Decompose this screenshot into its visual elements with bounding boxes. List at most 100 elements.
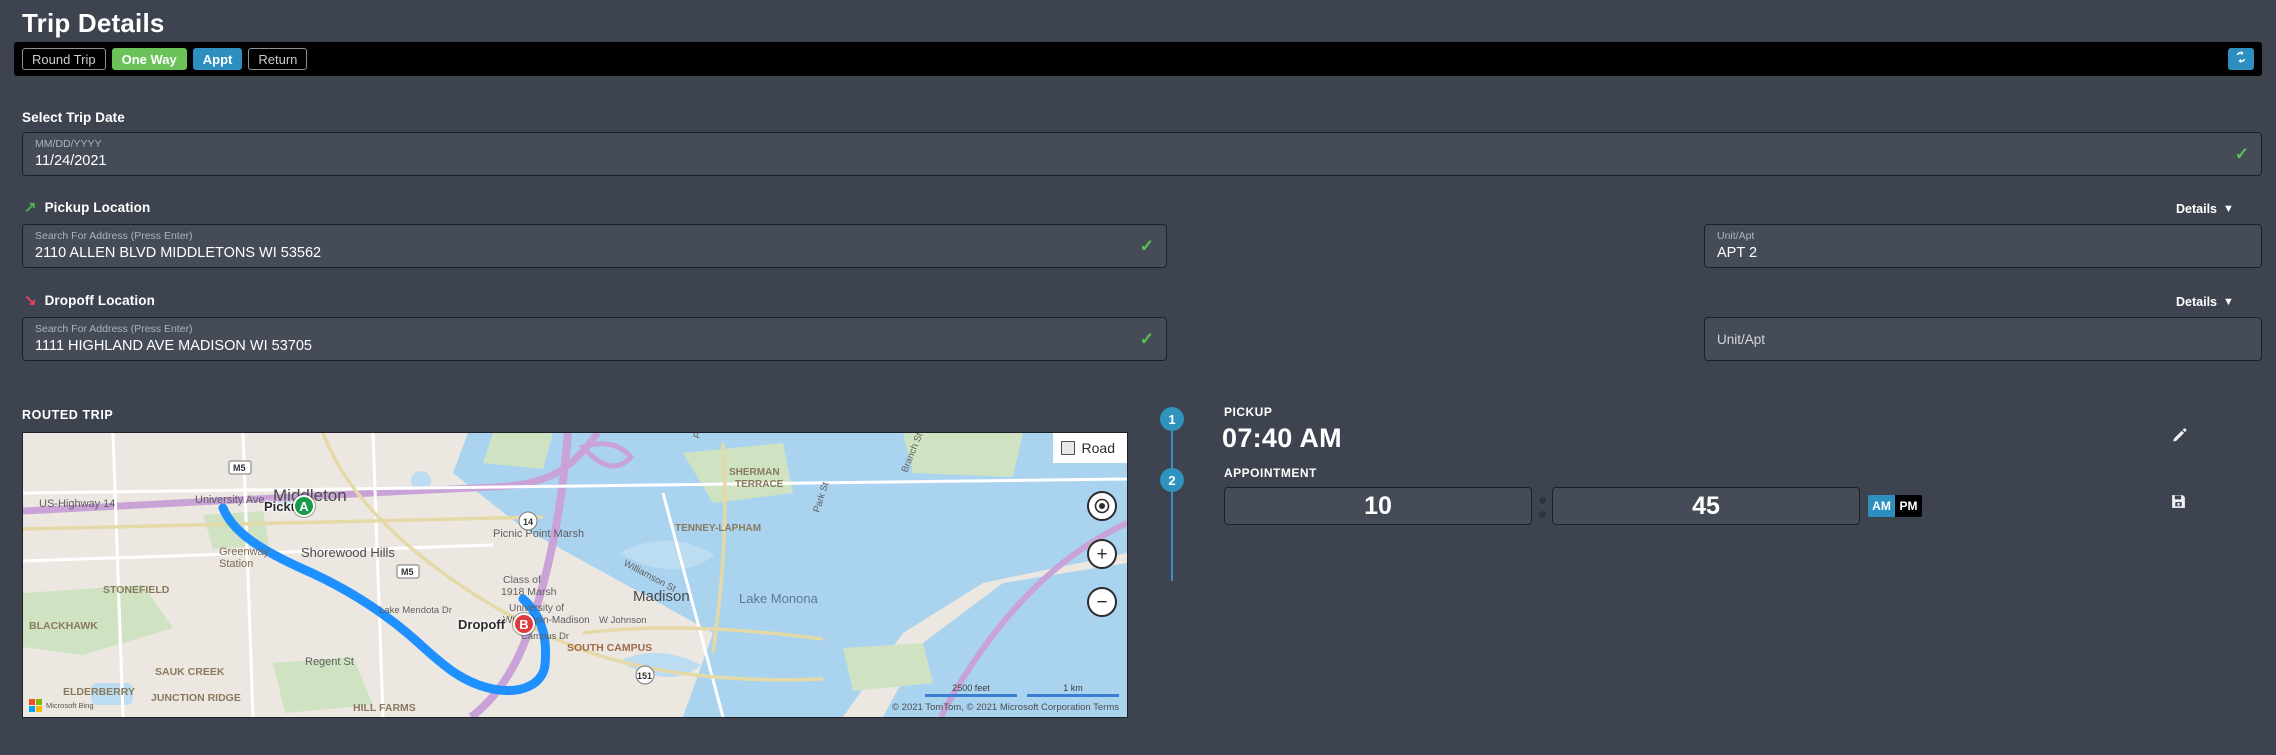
- pencil-edit-icon: [2170, 427, 2188, 450]
- svg-text:1918 Marsh: 1918 Marsh: [501, 586, 557, 598]
- svg-text:M5: M5: [401, 567, 414, 577]
- svg-text:Lake Mendota Dr: Lake Mendota Dr: [379, 605, 452, 616]
- edit-pickup-time-button[interactable]: [2170, 427, 2188, 450]
- map-scale-imperial-label: 2500 feet: [952, 683, 990, 693]
- routed-trip-label: ROUTED TRIP: [22, 408, 114, 422]
- map-view-label: Road: [1081, 440, 1115, 456]
- svg-text:TENNEY-LAPHAM: TENNEY-LAPHAM: [675, 523, 761, 534]
- svg-text:ELDERBERRY: ELDERBERRY: [63, 686, 135, 698]
- dropoff-details-label: Details: [2176, 295, 2217, 309]
- map-scale-metric-label: 1 km: [1063, 683, 1083, 693]
- route-map[interactable]: US-Highway 14 University Ave Middleton G…: [22, 432, 1128, 718]
- pickup-unit-value: APT 2: [1717, 245, 1758, 261]
- page-title: Trip Details: [22, 8, 165, 38]
- pickup-unit-label: Unit/Apt: [1717, 230, 1755, 242]
- bing-logo: Microsoft Bing: [29, 699, 94, 712]
- pickup-location-header: ↗ Pickup Location: [24, 200, 150, 215]
- chevron-down-icon: ▼: [2223, 203, 2234, 215]
- svg-text:STONEFIELD: STONEFIELD: [103, 584, 170, 596]
- svg-text:Station: Station: [219, 558, 253, 570]
- svg-text:Shorewood Hills: Shorewood Hills: [301, 545, 395, 560]
- floppy-save-icon: [2170, 493, 2187, 515]
- dropoff-address-valid-icon: ✓: [1139, 329, 1154, 349]
- bing-provider-label: Microsoft Bing: [46, 701, 94, 710]
- dropoff-address-value: 1111 HIGHLAND AVE MADISON WI 53705: [35, 338, 312, 354]
- svg-text:14: 14: [523, 517, 533, 527]
- svg-text:University Ave: University Ave: [195, 494, 265, 506]
- locate-me-icon: [1094, 498, 1110, 514]
- locate-me-button[interactable]: [1087, 491, 1117, 521]
- pickup-address-input[interactable]: Search For Address (Press Enter) 2110 AL…: [22, 224, 1167, 268]
- trip-date-input[interactable]: MM/DD/YYYY 11/24/2021 ✓: [22, 132, 2262, 176]
- map-canvas: US-Highway 14 University Ave Middleton G…: [23, 433, 1127, 717]
- zoom-out-button[interactable]: −: [1087, 587, 1117, 617]
- timeline-step-1: 1: [1160, 407, 1184, 431]
- appointment-minute-input[interactable]: 45: [1552, 487, 1860, 525]
- refresh-sync-button[interactable]: [2228, 48, 2254, 70]
- map-attribution: © 2021 TomTom, © 2021 Microsoft Corporat…: [892, 702, 1119, 713]
- map-layers-icon: [1060, 441, 1075, 455]
- map-view-toggle[interactable]: Road: [1052, 433, 1127, 463]
- trip-date-placeholder: MM/DD/YYYY: [35, 138, 102, 150]
- time-separator-colon: [1539, 497, 1546, 518]
- svg-text:US-Highway 14: US-Highway 14: [39, 498, 115, 510]
- pickup-location-label: Pickup Location: [44, 200, 151, 215]
- pickup-unit-input[interactable]: Unit/Apt APT 2: [1704, 224, 2262, 268]
- svg-text:SOUTH CAMPUS: SOUTH CAMPUS: [567, 642, 652, 654]
- pickup-marker[interactable]: A: [293, 495, 315, 517]
- dropoff-details-toggle[interactable]: Details ▼: [2176, 295, 2234, 309]
- plus-icon: +: [1096, 543, 1108, 565]
- pickup-address-placeholder: Search For Address (Press Enter): [35, 230, 193, 242]
- svg-text:Madison: Madison: [633, 588, 690, 605]
- svg-text:W Johnson: W Johnson: [599, 615, 647, 626]
- zoom-in-button[interactable]: +: [1087, 539, 1117, 569]
- dropoff-address-input[interactable]: Search For Address (Press Enter) 1111 HI…: [22, 317, 1167, 361]
- arrow-down-right-icon: ↘: [24, 292, 37, 309]
- dropoff-unit-placeholder: Unit/Apt: [1717, 331, 1766, 347]
- meridiem-toggle[interactable]: AM PM: [1868, 495, 1922, 517]
- svg-text:M5: M5: [233, 463, 246, 473]
- svg-text:BLACKHAWK: BLACKHAWK: [29, 620, 98, 632]
- pickup-details-toggle[interactable]: Details ▼: [2176, 202, 2234, 216]
- trip-type-return[interactable]: Return: [248, 48, 308, 70]
- dropoff-address-placeholder: Search For Address (Press Enter): [35, 323, 193, 335]
- svg-text:SHERMAN: SHERMAN: [729, 467, 780, 478]
- map-scale-metric: 1 km: [1027, 683, 1119, 697]
- trip-type-appt[interactable]: Appt: [192, 48, 243, 70]
- save-appointment-button[interactable]: [2170, 493, 2187, 515]
- pickup-address-valid-icon: ✓: [1139, 236, 1154, 256]
- svg-text:Greenway: Greenway: [219, 546, 270, 558]
- trip-date-valid-icon: ✓: [2234, 144, 2249, 164]
- timeline-step-2: 2: [1160, 468, 1184, 492]
- timeline-rail: [1171, 419, 1173, 581]
- trip-type-bar: Round Trip One Way Appt Return: [14, 42, 2262, 76]
- svg-text:Regent St: Regent St: [305, 656, 354, 668]
- pickup-address-value: 2110 ALLEN BLVD MIDDLETONS WI 53562: [35, 245, 322, 261]
- appointment-caption: APPOINTMENT: [1224, 466, 1317, 480]
- meridiem-pm-option[interactable]: PM: [1895, 495, 1922, 517]
- svg-text:Picnic Point Marsh: Picnic Point Marsh: [493, 528, 584, 540]
- trip-date-value: 11/24/2021: [35, 153, 107, 169]
- pickup-time-caption: PICKUP: [1224, 405, 1273, 419]
- appointment-hour-input[interactable]: 10: [1224, 487, 1532, 525]
- trip-date-section: Select Trip Date: [22, 110, 125, 125]
- trip-date-label: Select Trip Date: [22, 110, 125, 125]
- bing-logo-icon: [29, 699, 42, 712]
- svg-text:TERRACE: TERRACE: [735, 479, 784, 490]
- pickup-time-value: 07:40 AM: [1222, 423, 1342, 453]
- map-scale-imperial: 2500 feet: [925, 683, 1017, 697]
- trip-type-one-way[interactable]: One Way: [111, 48, 187, 70]
- trip-type-round-trip[interactable]: Round Trip: [22, 48, 106, 70]
- dropoff-marker-label: Dropoff: [458, 617, 505, 632]
- minus-icon: −: [1096, 591, 1108, 613]
- dropoff-marker[interactable]: B: [513, 613, 535, 635]
- refresh-sync-icon: [2234, 50, 2248, 69]
- meridiem-am-option[interactable]: AM: [1868, 495, 1895, 517]
- arrow-up-right-icon: ↗: [24, 199, 37, 216]
- svg-text:151: 151: [637, 671, 652, 681]
- svg-text:Lake Monona: Lake Monona: [739, 591, 819, 606]
- chevron-down-icon: ▼: [2223, 296, 2234, 308]
- svg-text:HILL FARMS: HILL FARMS: [353, 702, 416, 714]
- dropoff-unit-input[interactable]: Unit/Apt: [1704, 317, 2262, 361]
- dropoff-location-header: ↘ Dropoff Location: [24, 293, 155, 308]
